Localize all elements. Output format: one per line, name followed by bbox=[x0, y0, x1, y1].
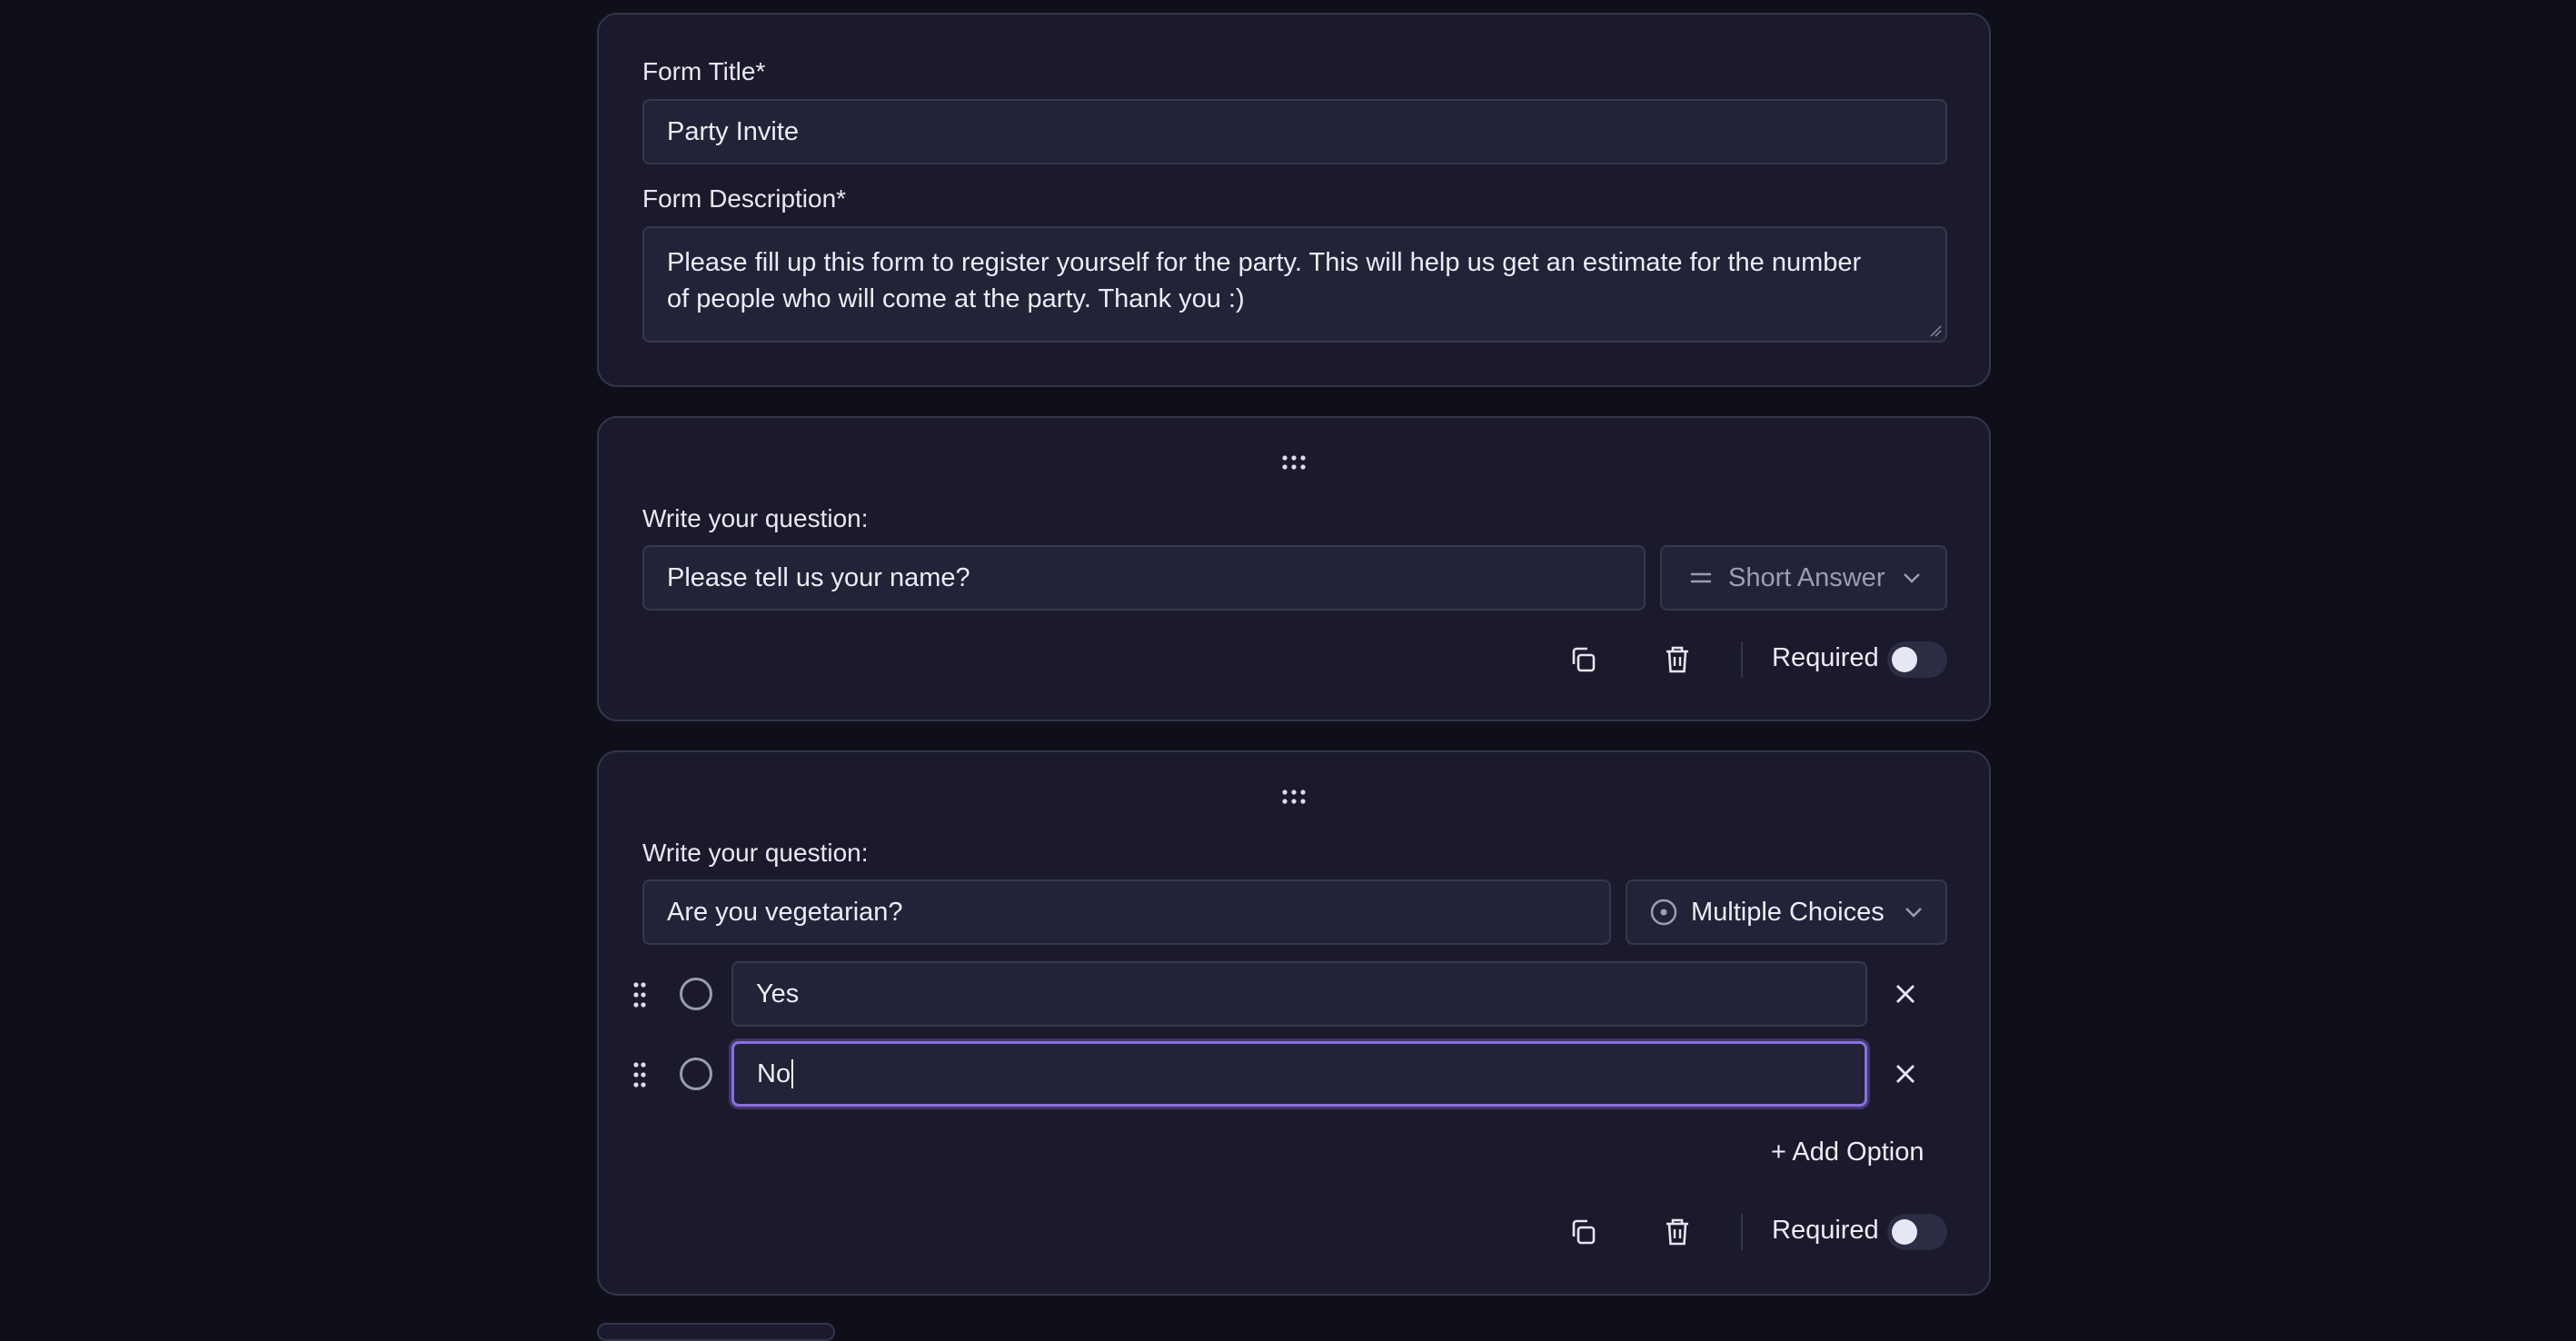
question-input[interactable]: Please tell us your name? bbox=[642, 545, 1646, 611]
resize-handle-icon[interactable] bbox=[1929, 324, 1942, 337]
text-caret bbox=[791, 1059, 794, 1088]
required-label: Required bbox=[1772, 643, 1879, 672]
radio-icon bbox=[1650, 899, 1677, 926]
form-title-input[interactable]: Party Invite bbox=[642, 99, 1947, 164]
required-label: Required bbox=[1772, 1216, 1879, 1245]
required-toggle[interactable] bbox=[1887, 641, 1947, 678]
question-card-1: Write your question: Please tell us your… bbox=[597, 416, 1991, 721]
remove-option-button[interactable] bbox=[1887, 1056, 1924, 1092]
option-radio[interactable] bbox=[680, 1058, 712, 1090]
remove-option-button[interactable] bbox=[1887, 976, 1924, 1012]
question-label: Write your question: bbox=[642, 504, 869, 532]
trash-icon bbox=[1666, 646, 1688, 673]
question-type-label: Multiple Choices bbox=[1691, 897, 1885, 927]
form-title-label: Form Title* bbox=[642, 57, 766, 85]
option-input-focused[interactable]: No bbox=[731, 1041, 1867, 1107]
form-header-card: Form Title* Party Invite Form Descriptio… bbox=[597, 13, 1991, 387]
required-toggle[interactable] bbox=[1887, 1214, 1947, 1250]
short-answer-icon bbox=[1691, 572, 1711, 583]
duplicate-button[interactable] bbox=[1565, 641, 1601, 678]
option-text: No bbox=[757, 1058, 791, 1088]
option-drag-handle-icon[interactable] bbox=[632, 981, 647, 1008]
option-drag-handle-icon[interactable] bbox=[632, 1061, 647, 1088]
add-option-button[interactable]: + Add Option bbox=[1771, 1137, 1925, 1167]
toggle-knob bbox=[1892, 1219, 1917, 1245]
divider bbox=[1741, 1214, 1743, 1250]
drag-handle-icon[interactable] bbox=[1280, 789, 1308, 805]
copy-icon bbox=[1572, 1219, 1596, 1245]
question-label: Write your question: bbox=[642, 839, 869, 867]
next-card-edge bbox=[597, 1323, 835, 1341]
chevron-down-icon bbox=[1905, 908, 1922, 918]
question-card-2: Write your question: Are you vegetarian?… bbox=[597, 750, 1991, 1296]
delete-button[interactable] bbox=[1659, 641, 1696, 678]
question-type-select[interactable]: Short Answer bbox=[1660, 545, 1947, 611]
close-icon bbox=[1896, 985, 1915, 1003]
copy-icon bbox=[1572, 647, 1596, 672]
form-description-textarea[interactable]: Please fill up this form to register you… bbox=[642, 226, 1947, 343]
divider bbox=[1741, 641, 1743, 678]
close-icon bbox=[1896, 1065, 1915, 1083]
delete-button[interactable] bbox=[1659, 1214, 1696, 1250]
option-input[interactable]: Yes bbox=[731, 961, 1867, 1027]
question-type-select[interactable]: Multiple Choices bbox=[1626, 879, 1947, 945]
trash-icon bbox=[1666, 1218, 1688, 1246]
toggle-knob bbox=[1892, 647, 1917, 672]
form-description-text: Please fill up this form to register you… bbox=[667, 248, 1862, 313]
drag-handle-icon[interactable] bbox=[1280, 454, 1308, 471]
form-description-label: Form Description* bbox=[642, 184, 847, 213]
chevron-down-icon bbox=[1904, 573, 1921, 583]
duplicate-button[interactable] bbox=[1565, 1214, 1601, 1250]
question-type-label: Short Answer bbox=[1728, 562, 1885, 592]
option-radio[interactable] bbox=[680, 978, 712, 1010]
question-input[interactable]: Are you vegetarian? bbox=[642, 879, 1611, 945]
